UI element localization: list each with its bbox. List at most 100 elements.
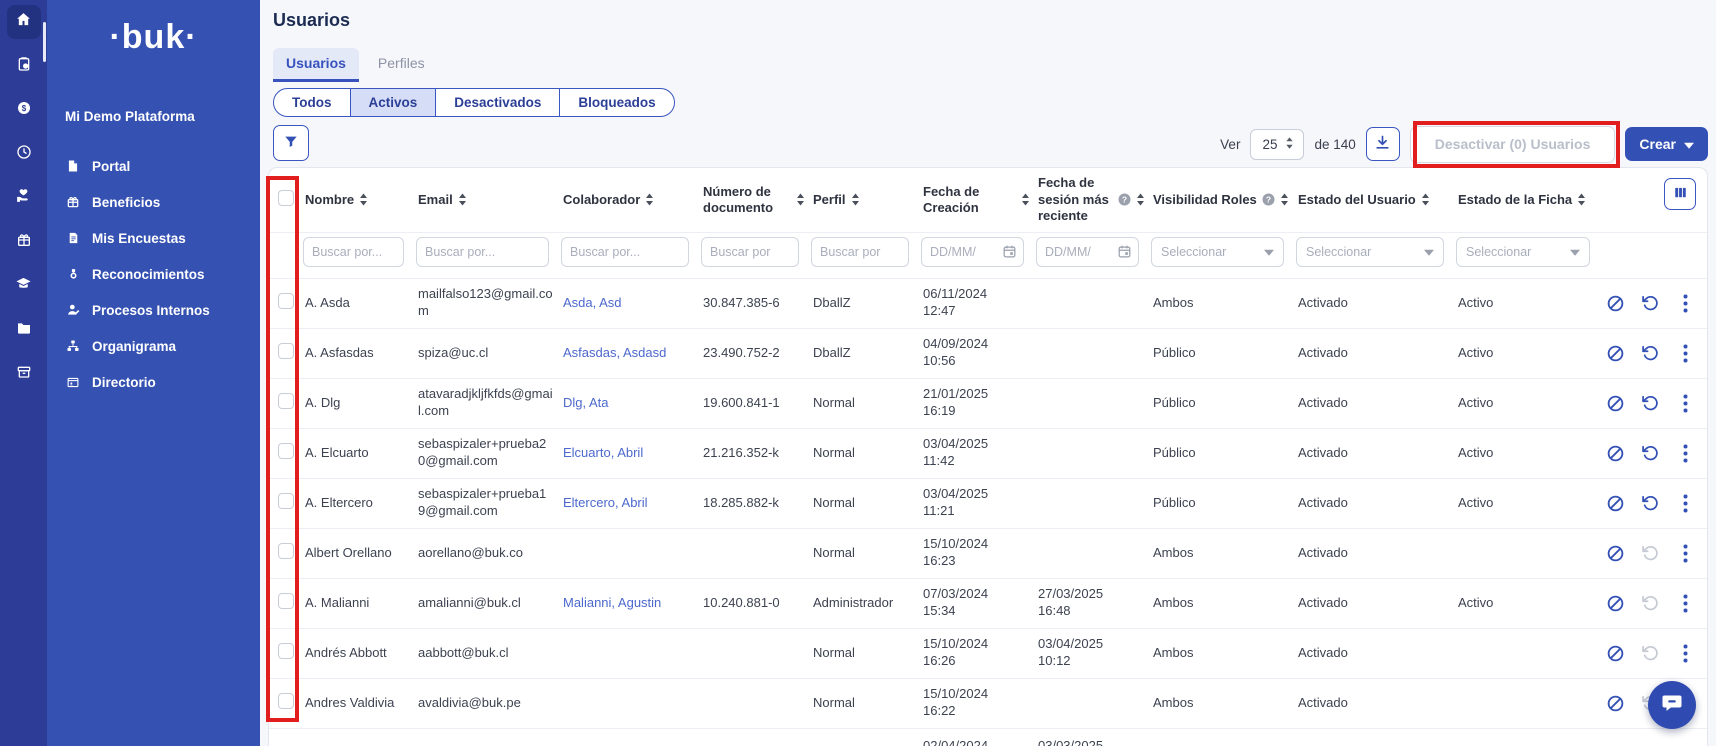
reset-password-button[interactable]: [1639, 392, 1661, 414]
tab-usuarios[interactable]: Usuarios: [273, 48, 359, 82]
sort-icon[interactable]: [359, 193, 368, 206]
rail-item-clock[interactable]: [0, 132, 47, 176]
info-icon[interactable]: ?: [1262, 193, 1275, 206]
row-checkbox[interactable]: [278, 693, 294, 709]
block-user-button[interactable]: [1604, 492, 1626, 514]
sidebar-item-portal[interactable]: Portal: [47, 148, 260, 184]
collaborator-link[interactable]: Eltercero, Abril: [563, 495, 648, 510]
select-all-checkbox[interactable]: [278, 190, 294, 206]
sidebar-item-procesos-internos[interactable]: Procesos Internos: [47, 292, 260, 328]
filter-input-document[interactable]: [701, 237, 799, 267]
row-menu-button[interactable]: [1674, 592, 1696, 614]
filter-input-collaborator[interactable]: [561, 237, 689, 267]
status-filter-bloqueados[interactable]: Bloqueados: [560, 89, 673, 116]
reset-password-button[interactable]: [1639, 342, 1661, 364]
sort-icon[interactable]: [1136, 193, 1145, 206]
row-menu-button[interactable]: [1674, 542, 1696, 564]
info-icon[interactable]: ?: [1118, 193, 1131, 206]
block-user-button[interactable]: [1604, 442, 1626, 464]
rail-item-home[interactable]: [0, 0, 47, 44]
column-header-profile[interactable]: Perfil: [811, 168, 921, 232]
row-menu-button[interactable]: [1674, 392, 1696, 414]
row-checkbox[interactable]: [278, 643, 294, 659]
row-menu-button[interactable]: [1674, 292, 1696, 314]
sidebar-item-beneficios[interactable]: Beneficios: [47, 184, 260, 220]
filter-input-profile[interactable]: [811, 237, 909, 267]
page-size-select[interactable]: 25: [1250, 129, 1304, 160]
status-filter-todos[interactable]: Todos: [274, 89, 351, 116]
row-checkbox[interactable]: [278, 343, 294, 359]
column-header-created[interactable]: Fecha de Creación: [921, 168, 1036, 232]
reset-password-button[interactable]: [1639, 492, 1661, 514]
row-checkbox[interactable]: [278, 293, 294, 309]
filter-date-created[interactable]: [921, 237, 1024, 267]
collaborator-link[interactable]: Malianni, Agustin: [563, 595, 661, 610]
reset-password-button[interactable]: [1639, 442, 1661, 464]
deactivate-users-button[interactable]: Desactivar (0) Usuarios: [1410, 126, 1616, 163]
rail-scrollbar[interactable]: [43, 22, 46, 62]
sort-icon[interactable]: [1421, 193, 1430, 206]
row-menu-button[interactable]: [1674, 492, 1696, 514]
reset-password-button[interactable]: [1639, 542, 1661, 564]
sort-icon[interactable]: [1021, 193, 1030, 206]
column-header-collaborator[interactable]: Colaborador: [561, 168, 701, 232]
row-menu-button[interactable]: [1674, 442, 1696, 464]
chat-widget-button[interactable]: [1648, 681, 1696, 729]
column-header-document[interactable]: Número de documento: [701, 168, 811, 232]
column-header-record_status[interactable]: Estado de la Ficha: [1456, 168, 1602, 232]
status-filter-desactivados[interactable]: Desactivados: [436, 89, 560, 116]
sort-icon[interactable]: [1280, 193, 1289, 206]
filter-select-visibility[interactable]: Seleccionar: [1151, 237, 1284, 267]
sort-icon[interactable]: [645, 193, 654, 206]
collaborator-link[interactable]: Asda, Asd: [563, 295, 622, 310]
row-checkbox[interactable]: [278, 393, 294, 409]
status-filter-activos[interactable]: Activos: [351, 89, 437, 116]
tab-perfiles[interactable]: Perfiles: [365, 48, 438, 82]
block-user-button[interactable]: [1604, 542, 1626, 564]
rail-item-folder[interactable]: [0, 308, 47, 352]
row-checkbox[interactable]: [278, 493, 294, 509]
rail-item-hand-heart[interactable]: [0, 176, 47, 220]
collaborator-link[interactable]: Elcuarto, Abril: [563, 445, 643, 460]
filter-input-name[interactable]: [303, 237, 404, 267]
rail-item-gift-box[interactable]: [0, 220, 47, 264]
filter-date-last_session[interactable]: [1036, 237, 1139, 267]
sort-icon[interactable]: [458, 193, 467, 206]
block-user-button[interactable]: [1604, 592, 1626, 614]
sort-icon[interactable]: [1577, 193, 1586, 206]
download-button[interactable]: [1366, 127, 1400, 161]
block-user-button[interactable]: [1604, 292, 1626, 314]
sort-icon[interactable]: [796, 193, 805, 206]
reset-password-button[interactable]: [1639, 592, 1661, 614]
reset-password-button[interactable]: [1639, 642, 1661, 664]
rail-item-graduation-cap[interactable]: [0, 264, 47, 308]
sidebar-item-directorio[interactable]: Directorio: [47, 364, 260, 400]
block-user-button[interactable]: [1604, 642, 1626, 664]
rail-item-clipboard-clock[interactable]: [0, 44, 47, 88]
rail-item-archive[interactable]: [0, 352, 47, 396]
filter-select-record_status[interactable]: Seleccionar: [1456, 237, 1590, 267]
filter-select-user_status[interactable]: Seleccionar: [1296, 237, 1444, 267]
create-button[interactable]: Crear: [1625, 127, 1708, 161]
collaborator-link[interactable]: Asfasdas, Asdasd: [563, 345, 666, 360]
column-header-last_session[interactable]: Fecha de sesión más reciente?: [1036, 168, 1151, 232]
column-header-email[interactable]: Email: [416, 168, 561, 232]
column-settings-button[interactable]: [1664, 178, 1696, 210]
column-header-name[interactable]: Nombre: [303, 168, 416, 232]
sidebar-item-organigrama[interactable]: Organigrama: [47, 328, 260, 364]
row-checkbox[interactable]: [278, 543, 294, 559]
rail-item-dollar-circle[interactable]: $: [0, 88, 47, 132]
row-checkbox[interactable]: [278, 593, 294, 609]
column-header-user_status[interactable]: Estado del Usuario: [1296, 168, 1456, 232]
reset-password-button[interactable]: [1639, 292, 1661, 314]
row-menu-button[interactable]: [1674, 642, 1696, 664]
filter-input-email[interactable]: [416, 237, 549, 267]
block-user-button[interactable]: [1604, 692, 1626, 714]
row-checkbox[interactable]: [278, 443, 294, 459]
row-menu-button[interactable]: [1674, 342, 1696, 364]
sort-icon[interactable]: [851, 193, 860, 206]
collaborator-link[interactable]: Dlg, Ata: [563, 395, 609, 410]
block-user-button[interactable]: [1604, 342, 1626, 364]
sidebar-item-mis-encuestas[interactable]: Mis Encuestas: [47, 220, 260, 256]
sidebar-item-reconocimientos[interactable]: Reconocimientos: [47, 256, 260, 292]
